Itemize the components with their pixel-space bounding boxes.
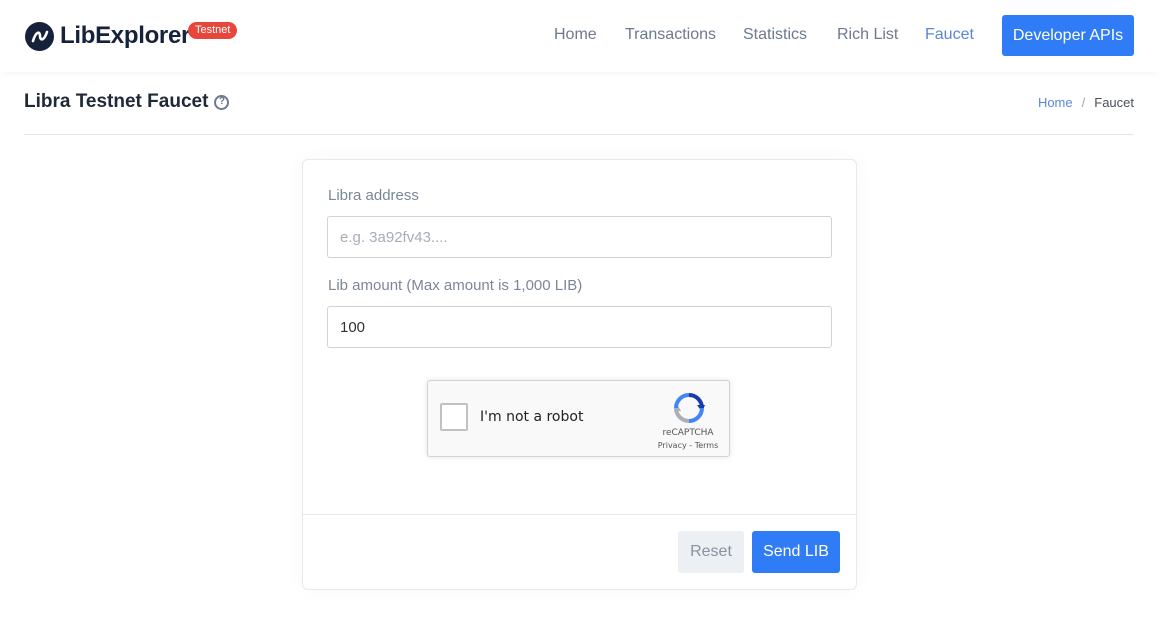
page-title: Libra Testnet Faucet ? bbox=[24, 91, 230, 113]
question-circle-icon[interactable]: ? bbox=[214, 94, 230, 110]
site-logo[interactable]: LibExplorer bbox=[25, 20, 190, 52]
breadcrumb: Home / Faucet bbox=[1038, 95, 1134, 110]
recaptcha-brand: reCAPTCHA bbox=[662, 428, 714, 438]
page-title-text: Libra Testnet Faucet bbox=[24, 91, 209, 112]
recaptcha-widget: I'm not a robot reCAPTCHA Privacy - Term… bbox=[427, 380, 730, 457]
amount-label: Lib amount (Max amount is 1,000 LIB) bbox=[328, 277, 583, 294]
nav-home[interactable]: Home bbox=[554, 26, 597, 44]
recaptcha-privacy-terms[interactable]: Privacy - Terms bbox=[650, 441, 726, 450]
breadcrumb-home[interactable]: Home bbox=[1038, 95, 1073, 110]
testnet-badge: Testnet bbox=[188, 22, 238, 39]
send-lib-button[interactable]: Send LIB bbox=[752, 531, 840, 573]
card-footer-divider bbox=[303, 514, 856, 515]
nav-statistics[interactable]: Statistics bbox=[743, 26, 807, 44]
amount-input[interactable] bbox=[327, 306, 832, 348]
title-divider bbox=[24, 134, 1134, 135]
breadcrumb-current: Faucet bbox=[1094, 95, 1134, 110]
recaptcha-label: I'm not a robot bbox=[480, 409, 584, 425]
recaptcha-logo-icon bbox=[672, 391, 706, 430]
faucet-form-card: Libra address Lib amount (Max amount is … bbox=[302, 159, 857, 590]
recaptcha-checkbox[interactable] bbox=[440, 403, 468, 431]
breadcrumb-separator: / bbox=[1081, 95, 1086, 110]
address-label: Libra address bbox=[328, 187, 419, 204]
nav-transactions[interactable]: Transactions bbox=[625, 26, 716, 44]
address-input[interactable] bbox=[327, 216, 832, 258]
developer-apis-button[interactable]: Developer APIs bbox=[1002, 15, 1134, 56]
reset-button[interactable]: Reset bbox=[678, 531, 744, 573]
top-navbar: LibExplorer Testnet Home Transactions St… bbox=[0, 0, 1160, 72]
nav-faucet[interactable]: Faucet bbox=[925, 26, 974, 44]
nav-rich-list[interactable]: Rich List bbox=[837, 26, 898, 44]
logo-mark-icon bbox=[25, 21, 54, 51]
logo-text: LibExplorer bbox=[60, 22, 191, 49]
